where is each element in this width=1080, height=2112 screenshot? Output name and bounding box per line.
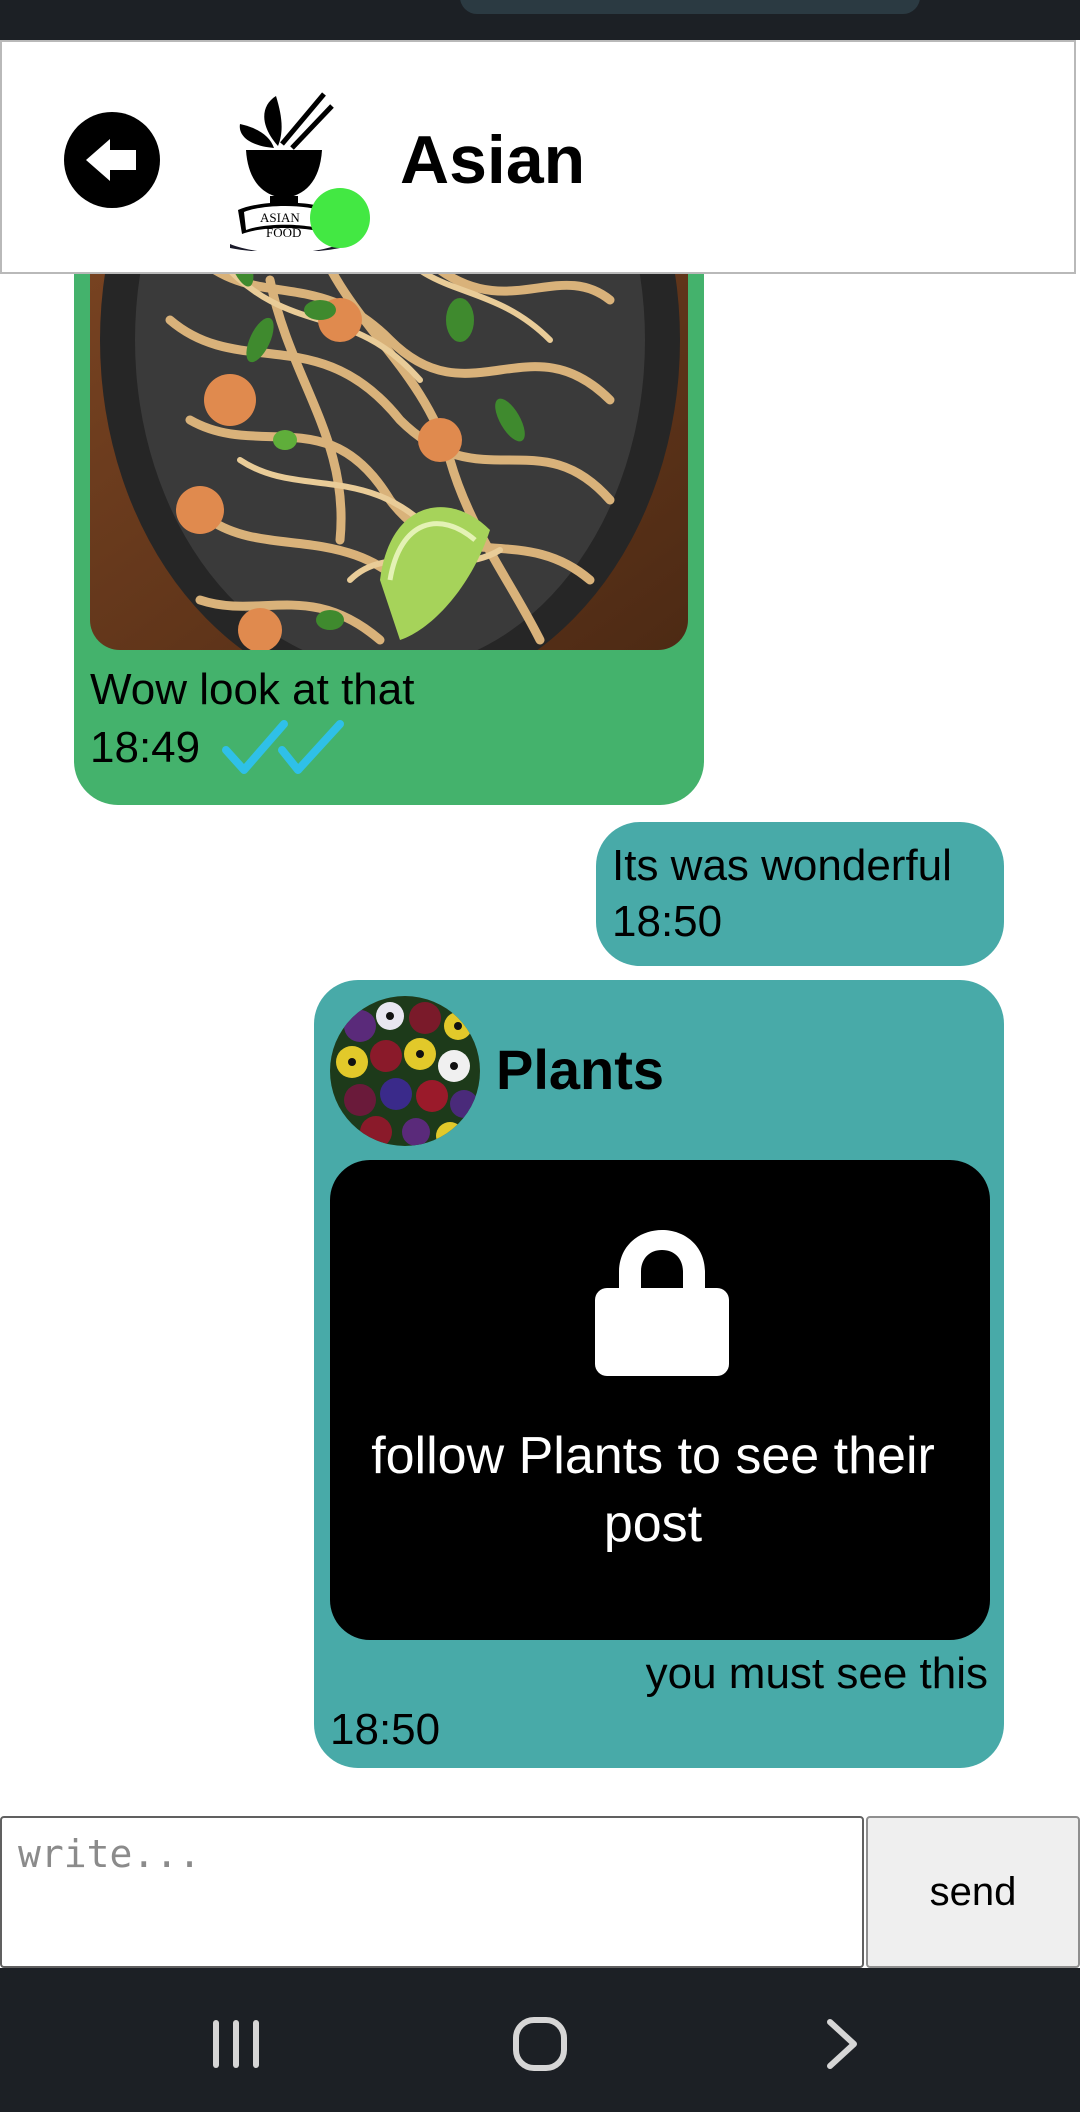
lock-icon <box>595 1230 729 1376</box>
message-text: you must see this <box>645 1649 988 1698</box>
back-chevron-icon[interactable] <box>802 2004 882 2084</box>
double-check-icon <box>222 720 344 774</box>
message-text: Wow look at that <box>90 665 415 714</box>
logo-text-bottom: FOOD <box>266 225 302 240</box>
back-button[interactable] <box>64 112 160 208</box>
home-icon[interactable] <box>500 2004 580 2084</box>
online-status-indicator <box>310 188 370 248</box>
message-composer: send <box>0 1816 1080 1968</box>
message-bubble-shared-post[interactable]: Plants follow Plants to see their post y… <box>314 980 1004 1768</box>
plants-avatar[interactable] <box>330 996 480 1146</box>
message-time: 18:49 <box>90 723 201 772</box>
status-bar <box>0 0 1080 40</box>
message-input[interactable] <box>0 1816 864 1968</box>
status-pill <box>460 0 920 14</box>
message-text: Its was wonderful <box>612 841 952 890</box>
arrow-left-circle-icon <box>86 139 136 181</box>
send-button[interactable]: send <box>866 1816 1080 1968</box>
message-time: 18:50 <box>612 897 723 946</box>
locked-post-card[interactable]: follow Plants to see their post <box>330 1160 990 1640</box>
logo-text-top: ASIAN <box>260 210 300 225</box>
locked-post-message: follow Plants to see their post <box>371 1427 935 1553</box>
system-navigation-bar <box>0 1968 1080 2112</box>
message-bubble-received[interactable]: Wow look at that 18:49 <box>74 200 704 805</box>
recent-apps-icon[interactable] <box>196 2004 276 2084</box>
message-time: 18:50 <box>330 1705 441 1754</box>
shared-profile-name[interactable]: Plants <box>496 1038 664 1102</box>
message-bubble-sent[interactable]: Its was wonderful 18:50 <box>596 822 1004 966</box>
chat-header: ASIAN FOOD Asian <box>0 40 1076 274</box>
chat-title: Asian <box>400 122 586 198</box>
